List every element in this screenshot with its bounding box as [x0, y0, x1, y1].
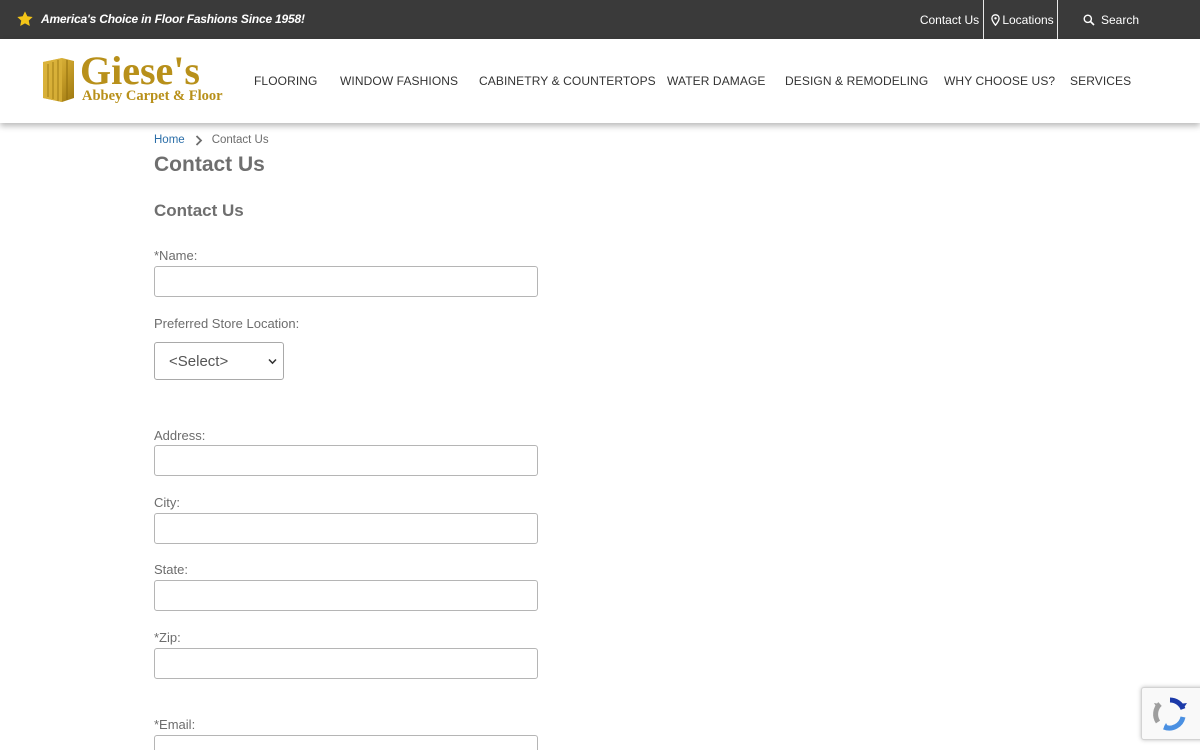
logo-title: Giese's — [80, 48, 200, 93]
tagline: America's Choice in Floor Fashions Since… — [41, 12, 305, 26]
form-title: Contact Us — [154, 201, 244, 220]
page-title: Contact Us — [154, 153, 265, 176]
search-icon — [1083, 14, 1095, 26]
contact-us-link[interactable]: Contact Us — [916, 0, 983, 39]
nav-item-water-damage[interactable]: WATER DAMAGE — [667, 74, 766, 88]
store-location-selected: <Select> — [169, 352, 229, 370]
nav-item-services[interactable]: SERVICES — [1070, 74, 1131, 88]
store-location-select[interactable]: <Select> — [154, 342, 284, 380]
search-link[interactable]: Search — [1083, 0, 1153, 39]
site-logo[interactable]: Giese's Abbey Carpet & Floor — [38, 49, 224, 111]
chevron-down-icon — [268, 358, 277, 365]
store-location-label: Preferred Store Location: — [154, 316, 300, 331]
zip-input[interactable] — [154, 648, 538, 679]
recaptcha-badge[interactable] — [1141, 687, 1200, 740]
name-label: *Name: — [154, 248, 198, 263]
divider — [983, 0, 984, 39]
nav-item-cabinetry-countertops[interactable]: CABINETRY & COUNTERTOPS — [479, 74, 656, 88]
locations-label: Locations — [1002, 12, 1054, 27]
divider — [1057, 0, 1058, 39]
email-label: *Email: — [154, 717, 196, 732]
address-input[interactable] — [154, 445, 538, 476]
logo-mark-icon — [43, 58, 74, 102]
search-label: Search — [1101, 12, 1140, 27]
locations-link[interactable]: Locations — [988, 0, 1057, 39]
top-utility-bar: America's Choice in Floor Fashions Since… — [0, 0, 1200, 39]
map-pin-icon — [991, 13, 1001, 26]
nav-item-why-choose-us[interactable]: WHY CHOOSE US? — [944, 74, 1055, 88]
email-input[interactable] — [154, 735, 538, 750]
city-label: City: — [154, 495, 180, 510]
chevron-right-icon — [195, 134, 202, 146]
recaptcha-icon — [1153, 697, 1187, 731]
nav-item-flooring[interactable]: FLOORING — [254, 74, 317, 88]
star-icon — [17, 11, 33, 26]
state-input[interactable] — [154, 580, 538, 611]
logo-subtitle: Abbey Carpet & Floor — [82, 88, 223, 104]
name-input[interactable] — [154, 266, 538, 297]
contact-us-label: Contact Us — [919, 12, 980, 27]
site-header: Giese's Abbey Carpet & Floor FLOORING WI… — [0, 39, 1200, 123]
breadcrumb-current: Contact Us — [211, 134, 269, 146]
breadcrumb: Home Contact Us — [154, 134, 269, 146]
state-label: State: — [154, 562, 188, 577]
breadcrumb-home-link[interactable]: Home — [154, 134, 185, 146]
nav-item-design-remodeling[interactable]: DESIGN & REMODELING — [785, 74, 928, 88]
zip-label: *Zip: — [154, 630, 181, 645]
city-input[interactable] — [154, 513, 538, 544]
address-label: Address: — [154, 428, 206, 443]
nav-item-window-fashions[interactable]: WINDOW FASHIONS — [340, 74, 458, 88]
